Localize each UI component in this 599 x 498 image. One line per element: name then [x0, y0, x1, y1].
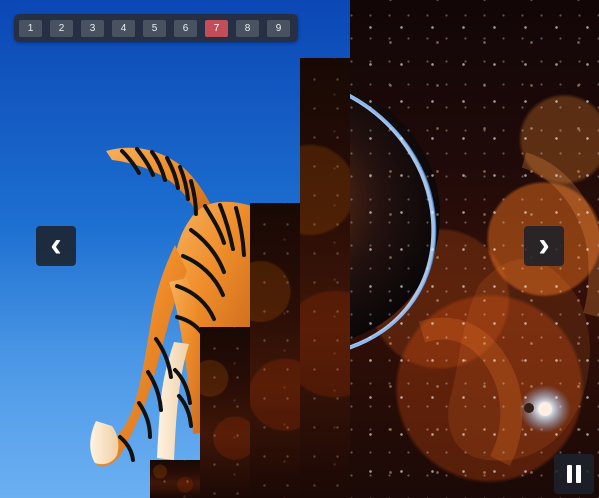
page-button-6[interactable]: 6: [174, 19, 197, 37]
page-button-4[interactable]: 4: [112, 19, 135, 37]
page-button-9[interactable]: 9: [267, 19, 290, 37]
chevron-left-icon: ‹: [50, 226, 62, 264]
page-button-5[interactable]: 5: [143, 19, 166, 37]
page-button-8[interactable]: 8: [236, 19, 259, 37]
chevron-right-icon: ›: [538, 226, 550, 264]
page-button-1[interactable]: 1: [19, 19, 42, 37]
next-button[interactable]: ›: [524, 226, 564, 266]
page-button-2[interactable]: 2: [50, 19, 73, 37]
pagination: 1 2 3 4 5 6 7 8 9: [14, 14, 298, 42]
pause-button[interactable]: [554, 454, 594, 494]
previous-button[interactable]: ‹: [36, 226, 76, 266]
page-button-3[interactable]: 3: [81, 19, 104, 37]
page-button-7[interactable]: 7: [205, 19, 228, 37]
pause-icon: [567, 465, 572, 483]
image-slider: 1 2 3 4 5 6 7 8 9 ‹ ›: [0, 0, 599, 498]
pause-icon-bar: [576, 465, 581, 483]
